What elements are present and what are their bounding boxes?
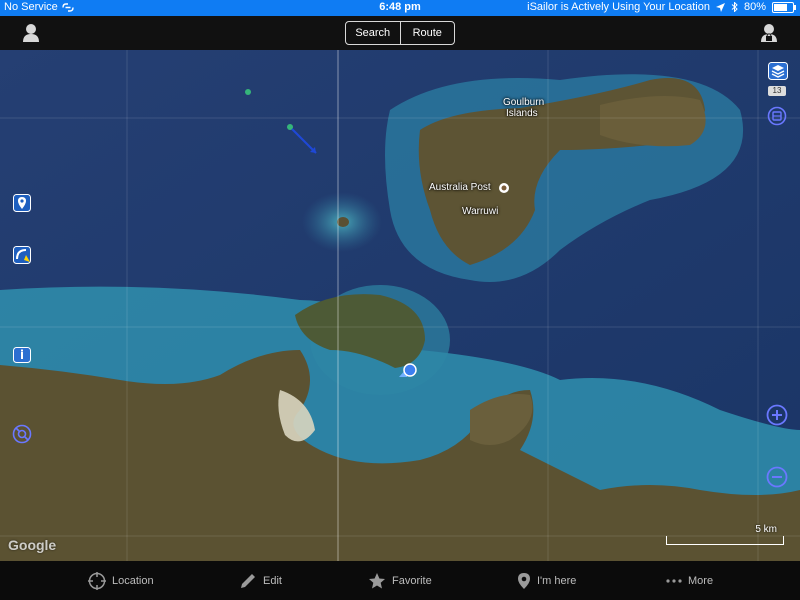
tab-more[interactable]: More	[666, 561, 713, 600]
pencil-icon	[241, 573, 255, 588]
tab-more-label: More	[688, 574, 714, 587]
tab-edit[interactable]: Edit	[239, 561, 282, 600]
zoom-out-button[interactable]	[766, 466, 788, 493]
zoom-level-badge: 13	[768, 86, 786, 96]
layers-icon	[768, 62, 788, 80]
layers-button[interactable]: 13	[768, 62, 788, 96]
battery-percent: 80%	[743, 1, 766, 13]
pin-tool-button[interactable]	[13, 194, 31, 217]
goulburn-label-line1: Goulburn	[503, 97, 545, 108]
search-route-segmented-control: Search Route	[345, 21, 455, 45]
chart-list-icon	[767, 106, 787, 126]
battery-level	[774, 3, 787, 11]
location-arrow-icon	[715, 2, 725, 12]
minus-icon	[766, 466, 788, 488]
more-dots-icon	[666, 578, 682, 583]
scale-bar: 5 km	[666, 524, 784, 545]
lifebuoy-icon	[12, 424, 32, 444]
info-tool-button[interactable]	[13, 347, 31, 368]
search-button[interactable]: Search	[346, 22, 400, 44]
track-tool-button[interactable]	[13, 246, 31, 269]
location-notice: iSailor is Actively Using Your Location	[527, 1, 710, 13]
info-icon	[13, 347, 31, 363]
chart-map[interactable]: Goulburn Islands Australia Post Warruwi	[0, 50, 800, 561]
satellite-map-image	[0, 50, 800, 561]
compass-track-icon	[13, 246, 31, 264]
bottom-toolbar: Location Edit Favorite I'm here More	[0, 561, 800, 600]
account-button[interactable]	[758, 22, 780, 44]
tab-favorite[interactable]: Favorite	[368, 561, 432, 600]
top-toolbar: Search Route	[0, 16, 800, 50]
profile-button[interactable]	[20, 22, 42, 44]
tab-location[interactable]: Location	[88, 561, 154, 600]
tab-im-here[interactable]: I'm here	[517, 561, 576, 600]
status-bar: No Service 6:48 pm iSailor is Actively U…	[0, 0, 800, 16]
star-icon	[369, 572, 385, 588]
google-logo: Google	[8, 537, 57, 553]
goulburn-label-line2: Islands	[506, 108, 538, 119]
chart-list-button[interactable]	[767, 106, 787, 131]
tab-location-label: Location	[112, 574, 154, 587]
map-pin-icon	[13, 194, 31, 212]
tab-im-here-label: I'm here	[537, 574, 577, 587]
zoom-in-button[interactable]	[766, 404, 788, 431]
plus-icon	[766, 404, 788, 426]
battery-icon	[772, 1, 796, 13]
weather-tool-button[interactable]	[12, 424, 32, 449]
person-icon	[23, 24, 39, 42]
tab-favorite-label: Favorite	[392, 574, 432, 587]
person-lock-icon	[761, 24, 777, 42]
warruwi-label: Warruwi	[462, 206, 499, 217]
crosshair-icon	[88, 571, 106, 590]
tab-edit-label: Edit	[263, 574, 282, 587]
map-pin-icon	[518, 572, 530, 589]
australia-post-label: Australia Post	[429, 182, 491, 193]
bluetooth-icon	[731, 2, 738, 12]
route-button[interactable]: Route	[399, 22, 455, 44]
scale-label: 5 km	[755, 524, 777, 535]
